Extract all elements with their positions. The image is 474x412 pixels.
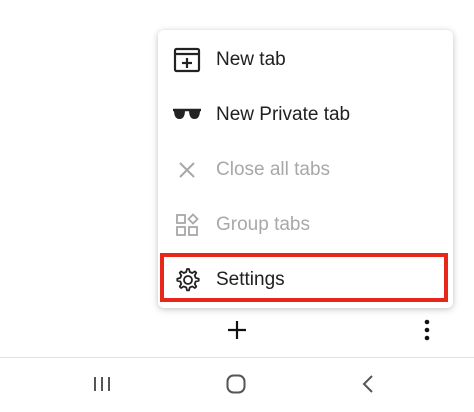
more-vertical-icon — [423, 319, 431, 346]
menu-item-group-tabs: Group tabs — [158, 197, 453, 252]
menu-item-new-private-tab[interactable]: New Private tab — [158, 87, 453, 142]
menu-item-label: New Private tab — [216, 103, 351, 125]
menu-item-label: New tab — [216, 48, 286, 70]
menu-item-close-all-tabs: Close all tabs — [158, 142, 453, 197]
back-icon — [361, 373, 375, 400]
home-icon — [225, 373, 247, 400]
close-icon — [158, 142, 216, 197]
more-options-button[interactable] — [407, 312, 447, 352]
system-navigation-bar — [0, 358, 474, 412]
screen: New tab New Private tab Close all tabs G… — [0, 0, 474, 412]
recent-apps-icon — [92, 375, 112, 398]
home-button[interactable] — [206, 366, 266, 406]
bottom-toolbar — [0, 308, 474, 356]
group-tabs-icon — [158, 197, 216, 252]
back-button[interactable] — [338, 366, 398, 406]
private-glasses-icon — [158, 87, 216, 142]
overflow-menu: New tab New Private tab Close all tabs G… — [158, 30, 453, 308]
menu-item-label: Close all tabs — [216, 158, 331, 180]
recent-apps-button[interactable] — [72, 366, 132, 406]
menu-item-settings[interactable]: Settings — [158, 252, 453, 307]
menu-item-new-tab[interactable]: New tab — [158, 32, 453, 87]
new-tab-icon — [158, 32, 216, 87]
gear-icon — [158, 252, 216, 307]
plus-icon — [226, 319, 248, 346]
menu-item-label: Settings — [216, 268, 285, 290]
add-tab-button[interactable] — [217, 312, 257, 352]
menu-item-label: Group tabs — [216, 213, 310, 235]
